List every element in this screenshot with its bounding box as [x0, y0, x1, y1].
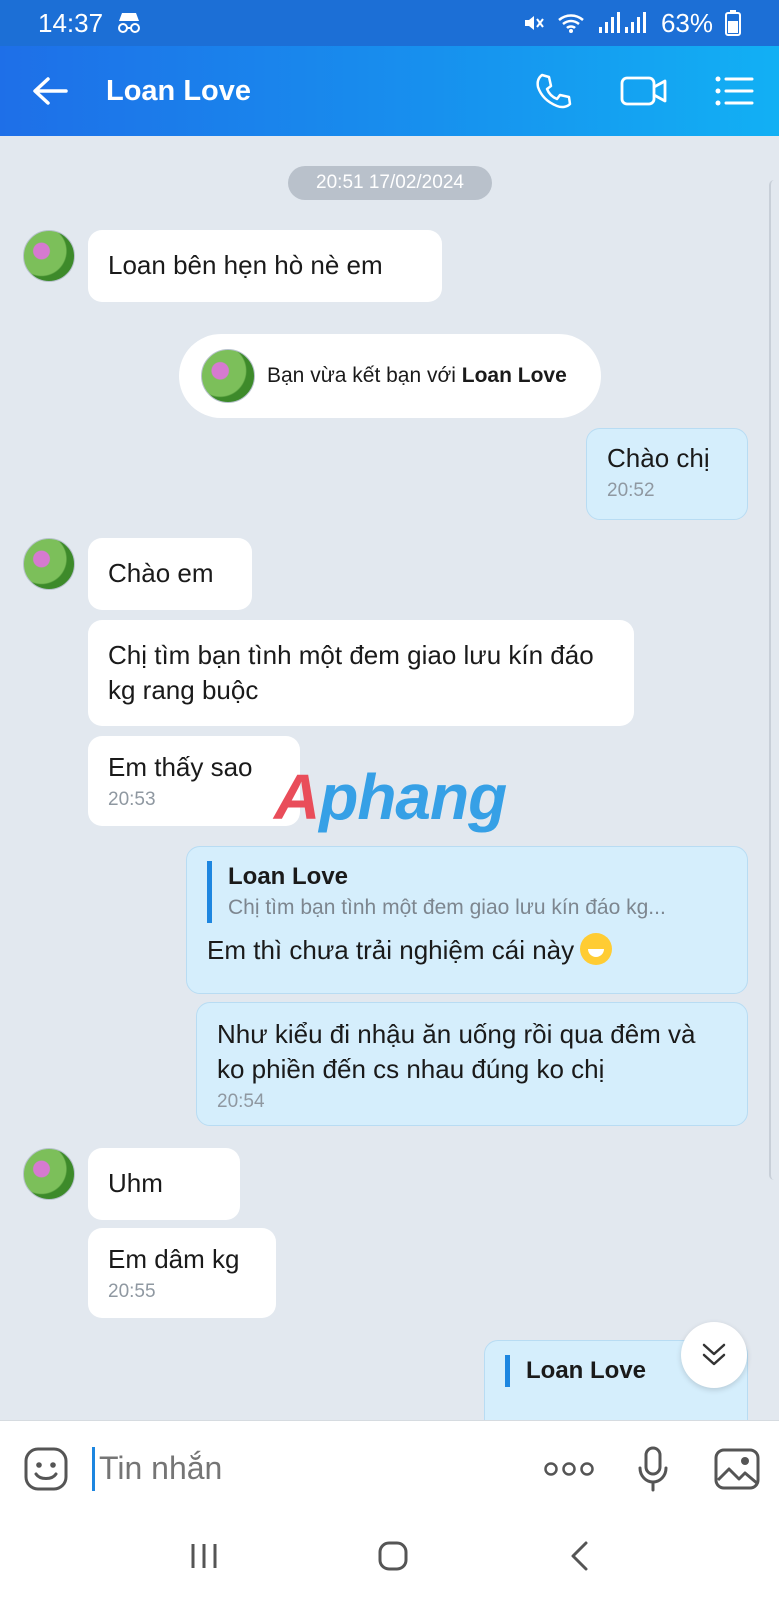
- more-dots-icon: [544, 1461, 594, 1476]
- scroll-to-bottom-button[interactable]: [681, 1322, 747, 1388]
- recent-apps-button[interactable]: [189, 1542, 219, 1575]
- message-text: Em thấy sao: [108, 752, 253, 782]
- contact-name[interactable]: Loan Love: [100, 75, 509, 108]
- voice-message-button[interactable]: [611, 1446, 695, 1492]
- quoted-message[interactable]: Loan Love Chị tìm bạn tình một đem giao …: [207, 861, 727, 923]
- message-text: Em dâm kg: [108, 1244, 240, 1274]
- chat-header: Loan Love: [0, 46, 779, 136]
- message-bubble[interactable]: Uhm: [88, 1148, 240, 1220]
- my-message-bubble[interactable]: Như kiểu đi nhậu ăn uống rồi qua đêm và …: [196, 1002, 748, 1126]
- options-button[interactable]: [689, 46, 779, 136]
- grin-sweat-emoji-icon: [580, 933, 613, 965]
- friend-notice: Bạn vừa kết bạn với Loan Love: [179, 334, 601, 418]
- recent-apps-icon: [191, 1543, 217, 1568]
- home-icon: [378, 1541, 408, 1570]
- message-time: 20:52: [607, 480, 655, 501]
- contact-avatar: [201, 349, 255, 403]
- notice-name: Loan Love: [461, 364, 567, 387]
- message-bubble[interactable]: Em thấy sao 20:53: [88, 736, 300, 826]
- my-message-bubble[interactable]: Chào chị 20:52: [586, 428, 748, 520]
- signal-icon: [598, 12, 646, 33]
- message-composer: [0, 1420, 779, 1516]
- home-button[interactable]: [377, 1540, 409, 1577]
- battery-icon: [725, 10, 741, 36]
- message-bubble[interactable]: Chào em: [88, 538, 252, 610]
- double-chevron-down-icon: [702, 1343, 726, 1366]
- chevron-left-icon: [571, 1541, 588, 1570]
- watermark-logo: Aphang: [274, 761, 507, 833]
- message-text: Uhm: [108, 1168, 163, 1198]
- image-picker-button[interactable]: [695, 1448, 779, 1490]
- message-text: Chào chị: [607, 443, 710, 473]
- video-icon: [620, 76, 667, 106]
- contact-avatar[interactable]: [23, 538, 75, 590]
- sticker-face-icon: [24, 1447, 68, 1490]
- my-message-bubble[interactable]: Loan Love Chị tìm bạn tình một đem giao …: [186, 846, 748, 994]
- back-arrow-icon: [33, 77, 68, 105]
- message-time: 20:55: [108, 1281, 156, 1302]
- sticker-button[interactable]: [0, 1446, 92, 1492]
- phone-icon: [536, 73, 572, 109]
- status-bar: 14:37 63%: [0, 0, 779, 46]
- image-icon: [714, 1448, 760, 1489]
- quote-text: Chị tìm bạn tình một đem giao lưu kín đá…: [228, 896, 666, 919]
- message-input[interactable]: [92, 1446, 527, 1491]
- message-bubble[interactable]: Chị tìm bạn tình một đem giao lưu kín đá…: [88, 620, 634, 726]
- microphone-icon: [638, 1446, 668, 1491]
- message-time: 20:53: [108, 789, 156, 810]
- message-text: Chào em: [108, 558, 214, 588]
- wifi-icon: [558, 14, 584, 33]
- status-time: 14:37: [38, 7, 104, 38]
- video-call-button[interactable]: [599, 46, 689, 136]
- call-button[interactable]: [509, 46, 599, 136]
- message-time: 20:54: [217, 1091, 265, 1112]
- message-bubble[interactable]: Em dâm kg 20:55: [88, 1228, 276, 1318]
- back-button[interactable]: [0, 46, 100, 136]
- message-text: Như kiểu đi nhậu ăn uống rồi qua đêm và …: [217, 1019, 696, 1084]
- message-bubble[interactable]: Loan bên hẹn hò nè em: [88, 230, 442, 302]
- message-text: Chị tìm bạn tình một đem giao lưu kín đá…: [108, 640, 594, 705]
- message-text: Loan bên hẹn hò nè em: [108, 250, 383, 280]
- chat-area[interactable]: 20:51 17/02/2024 Loan bên hẹn hò nè em B…: [0, 136, 779, 1420]
- system-nav-bar: [0, 1516, 779, 1600]
- message-text: Em thì chưa trải nghiệm cái này: [207, 935, 575, 965]
- quote-sender: Loan Love: [228, 863, 349, 890]
- notice-prefix: Bạn vừa kết bạn với: [267, 364, 456, 387]
- back-nav-button[interactable]: [568, 1540, 590, 1577]
- contact-avatar[interactable]: [23, 1148, 75, 1200]
- scrollbar[interactable]: [769, 180, 779, 1180]
- mute-icon: [524, 16, 544, 30]
- more-options-button[interactable]: [527, 1461, 611, 1477]
- contact-avatar[interactable]: [23, 230, 75, 282]
- list-icon: [715, 76, 754, 106]
- battery-percent: 63%: [660, 7, 713, 38]
- incognito-icon: [118, 13, 141, 33]
- date-separator: 20:51 17/02/2024: [288, 166, 492, 200]
